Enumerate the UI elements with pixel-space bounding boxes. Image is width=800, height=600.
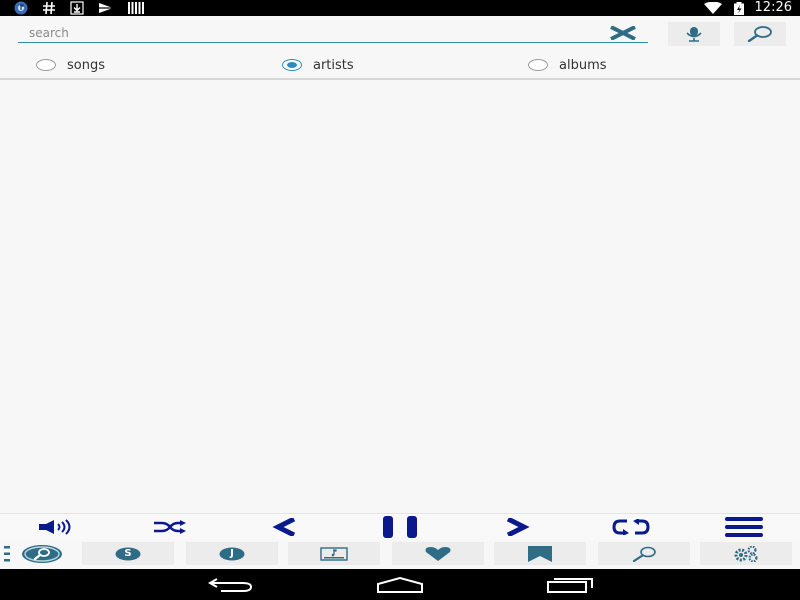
search-panel: songs artists albums bbox=[0, 16, 800, 80]
pause-button[interactable] bbox=[372, 514, 428, 540]
barcode-icon bbox=[128, 2, 144, 14]
microphone-icon bbox=[686, 27, 702, 42]
menu-icon bbox=[725, 517, 763, 537]
recents-icon bbox=[547, 578, 593, 593]
tab-search[interactable] bbox=[14, 542, 70, 565]
filter-albums[interactable]: albums bbox=[528, 56, 607, 74]
search-input[interactable] bbox=[18, 24, 609, 42]
hash-icon bbox=[43, 1, 55, 15]
search-tab-icon bbox=[22, 544, 62, 563]
repeat-button[interactable] bbox=[604, 514, 658, 540]
menu-button[interactable] bbox=[716, 514, 772, 540]
player-controls bbox=[0, 513, 800, 540]
tab-s[interactable]: S bbox=[82, 542, 174, 565]
play-store-icon bbox=[99, 3, 113, 13]
previous-button[interactable] bbox=[262, 514, 308, 540]
tab-settings[interactable] bbox=[700, 542, 792, 565]
tab-s-label: S bbox=[124, 548, 132, 559]
close-icon bbox=[610, 26, 636, 40]
search-icon bbox=[747, 26, 772, 42]
shuffle-button[interactable] bbox=[144, 514, 196, 540]
overflow-menu-icon[interactable] bbox=[4, 546, 10, 562]
download-icon bbox=[70, 1, 84, 15]
clear-search-button[interactable] bbox=[606, 23, 640, 43]
back-button[interactable] bbox=[200, 575, 260, 595]
recents-button[interactable] bbox=[540, 575, 600, 595]
filter-artists[interactable]: artists bbox=[282, 56, 354, 74]
home-icon bbox=[377, 577, 423, 593]
heart-icon bbox=[425, 546, 451, 561]
notification-icons bbox=[14, 1, 144, 15]
tab-playlist[interactable] bbox=[288, 542, 380, 565]
voice-search-button[interactable] bbox=[668, 22, 720, 46]
home-button[interactable] bbox=[370, 575, 430, 595]
radio-albums[interactable] bbox=[528, 59, 548, 71]
volume-button[interactable] bbox=[30, 514, 84, 540]
clock: 12:26 bbox=[754, 0, 792, 15]
shuffle-icon bbox=[154, 520, 186, 534]
playlist-icon bbox=[320, 546, 348, 561]
tab-j-label: J bbox=[230, 548, 234, 559]
system-navigation-bar bbox=[0, 569, 800, 600]
repeat-icon bbox=[612, 519, 650, 535]
filter-songs[interactable]: songs bbox=[36, 56, 105, 74]
next-icon bbox=[506, 518, 530, 536]
back-icon bbox=[207, 578, 253, 592]
filter-songs-label: songs bbox=[67, 57, 105, 73]
volume-icon bbox=[39, 519, 71, 535]
status-bar: 12:26 bbox=[0, 0, 800, 16]
wifi-icon bbox=[703, 2, 722, 14]
filter-albums-label: albums bbox=[559, 57, 607, 73]
radio-artists[interactable] bbox=[282, 59, 302, 71]
search-field bbox=[18, 24, 648, 43]
search-button[interactable] bbox=[734, 22, 786, 46]
system-icons: 12:26 bbox=[703, 0, 792, 16]
previous-icon bbox=[272, 518, 296, 536]
filter-artists-label: artists bbox=[313, 57, 354, 73]
magnifier-icon bbox=[632, 546, 656, 562]
radio-songs[interactable] bbox=[36, 59, 56, 71]
tab-bookmarks[interactable] bbox=[494, 542, 586, 565]
pause-icon bbox=[383, 516, 417, 538]
battery-icon bbox=[733, 1, 744, 15]
next-button[interactable] bbox=[494, 514, 540, 540]
settings-icon bbox=[734, 545, 758, 562]
results-list bbox=[0, 80, 800, 512]
bookmark-icon bbox=[528, 545, 552, 562]
tab-j[interactable]: J bbox=[186, 542, 278, 565]
tab-favorites[interactable] bbox=[392, 542, 484, 565]
tab-search-2[interactable] bbox=[598, 542, 690, 565]
music-app-icon bbox=[14, 1, 28, 15]
bottom-tab-bar: S J bbox=[0, 539, 800, 569]
